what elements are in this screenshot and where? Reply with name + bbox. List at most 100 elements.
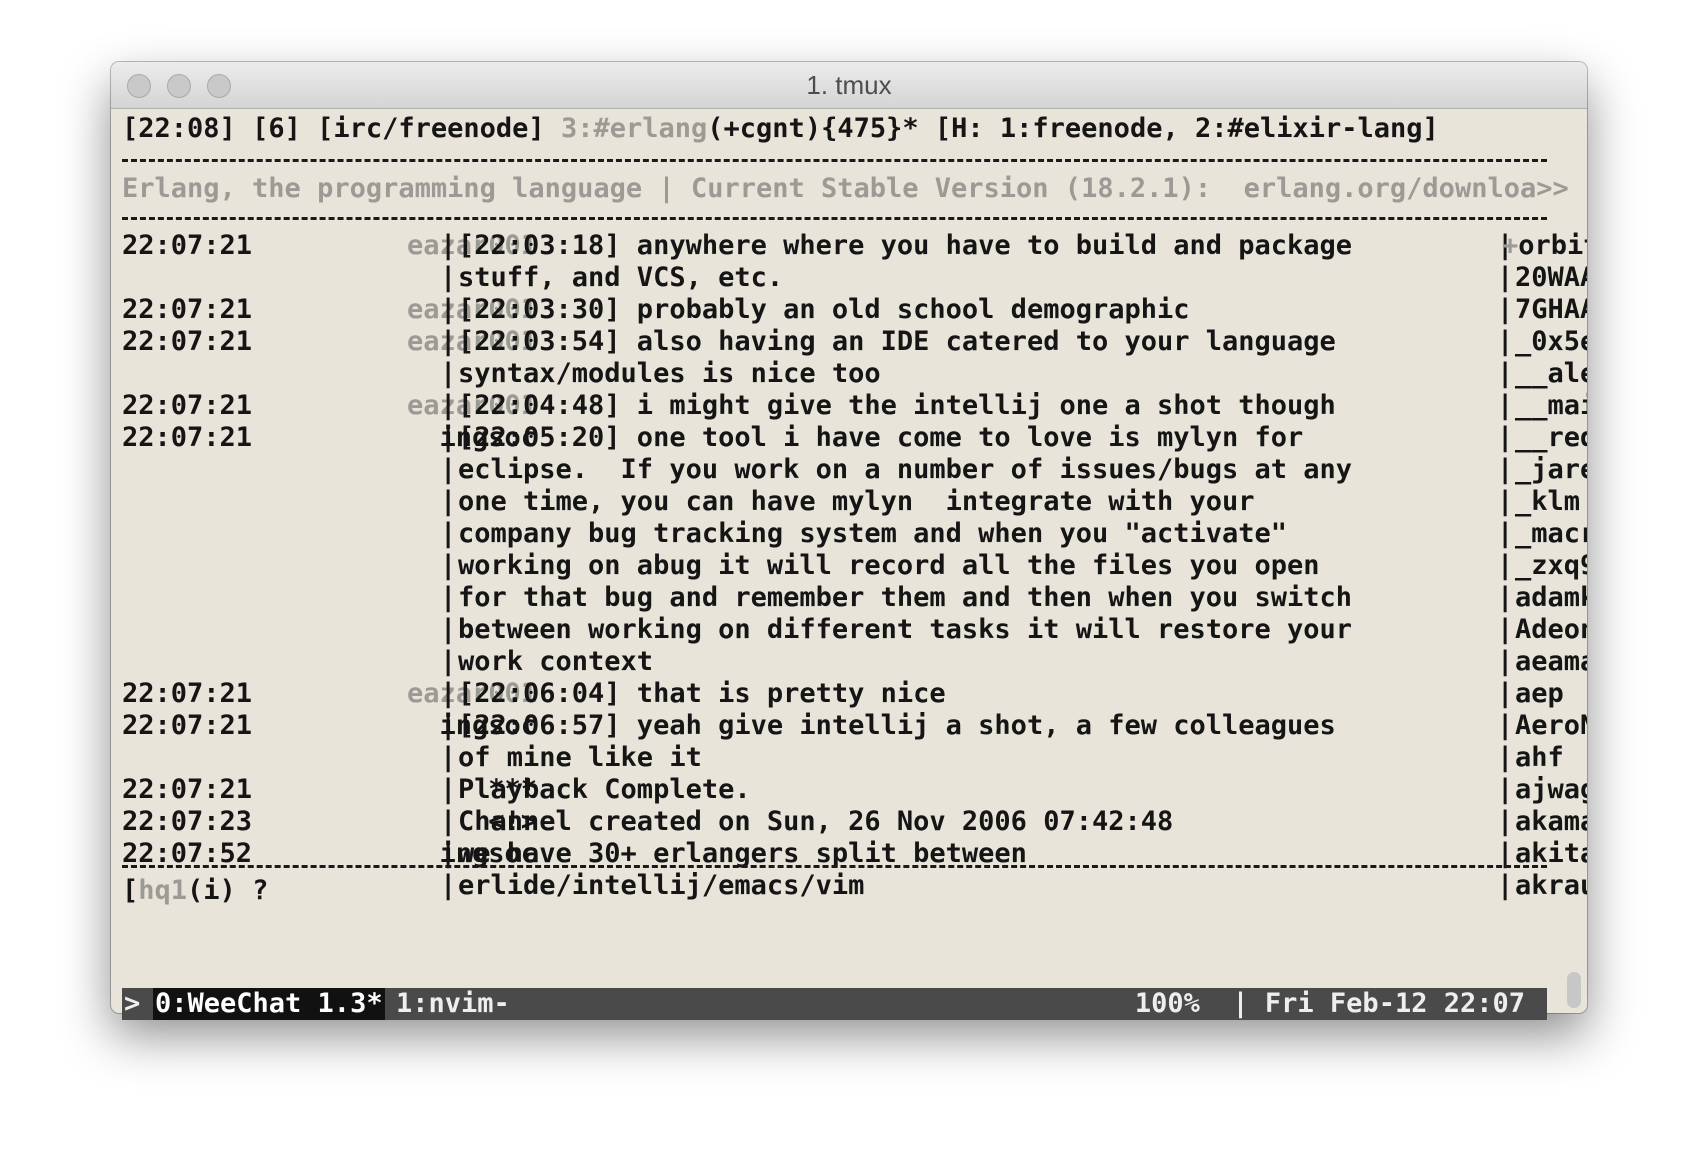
prefix-separator: | xyxy=(440,550,457,581)
nicklist-item: AeroNotix xyxy=(1515,710,1587,742)
nicklist-item: 7GHAAAACW xyxy=(1515,294,1587,326)
chat-line: | company bug tracking system and when yo… xyxy=(122,518,1587,550)
prefix-separator: | xyxy=(440,230,457,261)
nicklist-name[interactable]: orbitz xyxy=(1518,230,1587,261)
nicklist-item: __red__ xyxy=(1515,422,1587,454)
status-buffer-count: [6] xyxy=(252,113,301,144)
status-server: [irc/freenode] xyxy=(317,113,545,144)
nicklist-separator: | xyxy=(1497,774,1514,805)
prefix-separator: | xyxy=(440,518,457,549)
prefix-separator: | xyxy=(440,422,457,453)
nicklist-item: _0x5eb_ xyxy=(1515,326,1587,358)
nicklist-item: _zxq9_ xyxy=(1515,550,1587,582)
status-buffer-sep: : xyxy=(577,113,594,144)
message-text: Channel created on Sun, 26 Nov 2006 07:4… xyxy=(458,806,1174,837)
message-text: of mine like it xyxy=(458,742,702,773)
nicklist-separator: | xyxy=(1497,422,1514,453)
input-bracket-open: [ xyxy=(122,875,139,906)
nicklist-item: adamkitte xyxy=(1515,582,1587,614)
tmux-window-active[interactable]: 0:WeeChat 1.3* xyxy=(153,988,385,1020)
message-time: 22:07:21 xyxy=(122,294,253,325)
tmux-window-nvim[interactable]: 1:nvim- xyxy=(396,988,510,1020)
nicklist-name[interactable]: Adeon xyxy=(1515,614,1587,645)
nicklist-name[interactable]: aep xyxy=(1515,678,1564,709)
prefix-separator: | xyxy=(440,390,457,421)
message-time: 22:07:21 xyxy=(122,774,253,805)
channel-topic: Erlang, the programming language | Curre… xyxy=(122,173,1537,204)
chat-line: 22:07:21 eazar001 | [22:04:48] i might give… xyxy=(122,390,1587,422)
nicklist-separator: | xyxy=(1497,710,1514,741)
prefix-separator: | xyxy=(440,294,457,325)
scrollbar-thumb[interactable] xyxy=(1567,972,1581,1008)
nicklist-name[interactable]: _jared_ xyxy=(1515,454,1587,485)
chat-line: | eclipse. If you work on a number of iss… xyxy=(122,454,1587,486)
nicklist-item: __alex xyxy=(1515,358,1587,390)
message-text: Playback Complete. xyxy=(458,774,751,805)
nick-voice-prefix: + xyxy=(1502,230,1519,261)
input-nick: hq1 xyxy=(138,875,188,906)
nicklist-name[interactable]: __alex xyxy=(1515,358,1587,389)
window-title: 1. tmux xyxy=(806,70,892,100)
divider-top xyxy=(122,159,1547,162)
message-text: one time, you can have mylyn integrate w… xyxy=(458,486,1255,517)
nicklist-name[interactable]: akama xyxy=(1515,806,1587,837)
nicklist-name[interactable]: aeamarth_ xyxy=(1515,646,1587,677)
nicklist-name[interactable]: 7GHAAAACW xyxy=(1515,294,1587,325)
prefix-separator: | xyxy=(440,774,457,805)
nicklist-item: +orbitz xyxy=(1502,230,1587,262)
status-channel: #erlang xyxy=(593,113,708,144)
input-mode: (i) xyxy=(187,875,236,906)
message-text: [22:04:48] i might give the intellij one… xyxy=(458,390,1336,421)
nicklist-name[interactable]: __red__ xyxy=(1515,422,1587,453)
message-time: 22:07:21 xyxy=(122,390,253,421)
prefix-separator: | xyxy=(440,486,457,517)
chat-line: 22:07:21 ingsoc | [22:06:57] yeah give inte… xyxy=(122,710,1587,742)
terminal-window: 1. tmux [22:08] [6] [irc/freenode] 3:#er… xyxy=(111,62,1587,1013)
message-text: working on abug it will record all the f… xyxy=(458,550,1320,581)
nicklist-item: _jared_ xyxy=(1515,454,1587,486)
nicklist-item: Adeon xyxy=(1515,614,1587,646)
message-text: work context xyxy=(458,646,654,677)
nicklist-item: ahf xyxy=(1515,742,1564,774)
nicklist-name[interactable]: ajwagner xyxy=(1515,774,1587,805)
chat-line: 22:07:21 eazar001 | [22:03:18] anywhere whe… xyxy=(122,230,1587,262)
input-bar[interactable]: [hq1(i) ? xyxy=(122,875,1560,971)
nicklist-separator: | xyxy=(1497,454,1514,485)
nicklist-name[interactable]: adamkitte xyxy=(1515,582,1587,613)
status-hotlist: [H: 1:freenode, 2:#elixir-lang] xyxy=(934,113,1439,144)
nicklist-name[interactable]: AeroNotix xyxy=(1515,710,1587,741)
nicklist-item: akama xyxy=(1515,806,1587,838)
chat-line: 22:07:21 eazar001 | [22:06:04] that is pret… xyxy=(122,678,1564,710)
message-text: [22:05:20] one tool i have come to love … xyxy=(458,422,1304,453)
topic-more-indicator: >> xyxy=(1536,173,1569,204)
divider-topic xyxy=(122,217,1547,220)
message-text: stuff, and VCS, etc. xyxy=(458,262,784,293)
nicklist-separator: | xyxy=(1497,550,1514,581)
message-time: 22:07:21 xyxy=(122,710,253,741)
chat-line: |syntax/modules is nice too|__alex xyxy=(122,358,1587,390)
chat-line: |stuff, and VCS, etc.|20WAACLZ3 xyxy=(122,262,1587,294)
chat-line: | one time, you can have mylyn integrate … xyxy=(122,486,1580,518)
nicklist-name[interactable]: _0x5eb_ xyxy=(1515,326,1587,357)
nicklist-name[interactable]: ahf xyxy=(1515,742,1564,773)
nicklist-item: aep xyxy=(1515,678,1564,710)
tmux-status-right: 100% | Fri Feb-12 22:07 xyxy=(1134,988,1525,1019)
nicklist-name[interactable]: 20WAACLZ3 xyxy=(1515,262,1587,293)
prefix-separator: | xyxy=(440,678,457,709)
nicklist-name[interactable]: _klm xyxy=(1515,486,1580,517)
status-buffer-number: 3 xyxy=(560,113,578,144)
prefix-separator: | xyxy=(440,582,457,613)
nicklist-separator: | xyxy=(1497,358,1514,389)
prefix-separator: | xyxy=(440,806,457,837)
prefix-separator: | xyxy=(440,742,457,773)
status-modes: (+cgnt){475}* xyxy=(707,113,919,144)
nicklist-name[interactable]: _zxq9_ xyxy=(1515,550,1587,581)
nicklist-name[interactable]: _macro xyxy=(1515,518,1587,549)
nicklist-item: __main__ xyxy=(1515,390,1587,422)
message-text: [22:06:57] yeah give intellij a shot, a … xyxy=(458,710,1336,741)
chat-line: | for that bug and remember them and then… xyxy=(122,582,1587,614)
nicklist-name[interactable]: __main__ xyxy=(1515,390,1587,421)
prefix-separator: | xyxy=(440,710,457,741)
prefix-separator: | xyxy=(440,646,457,677)
message-time: 22:07:21 xyxy=(122,326,253,357)
